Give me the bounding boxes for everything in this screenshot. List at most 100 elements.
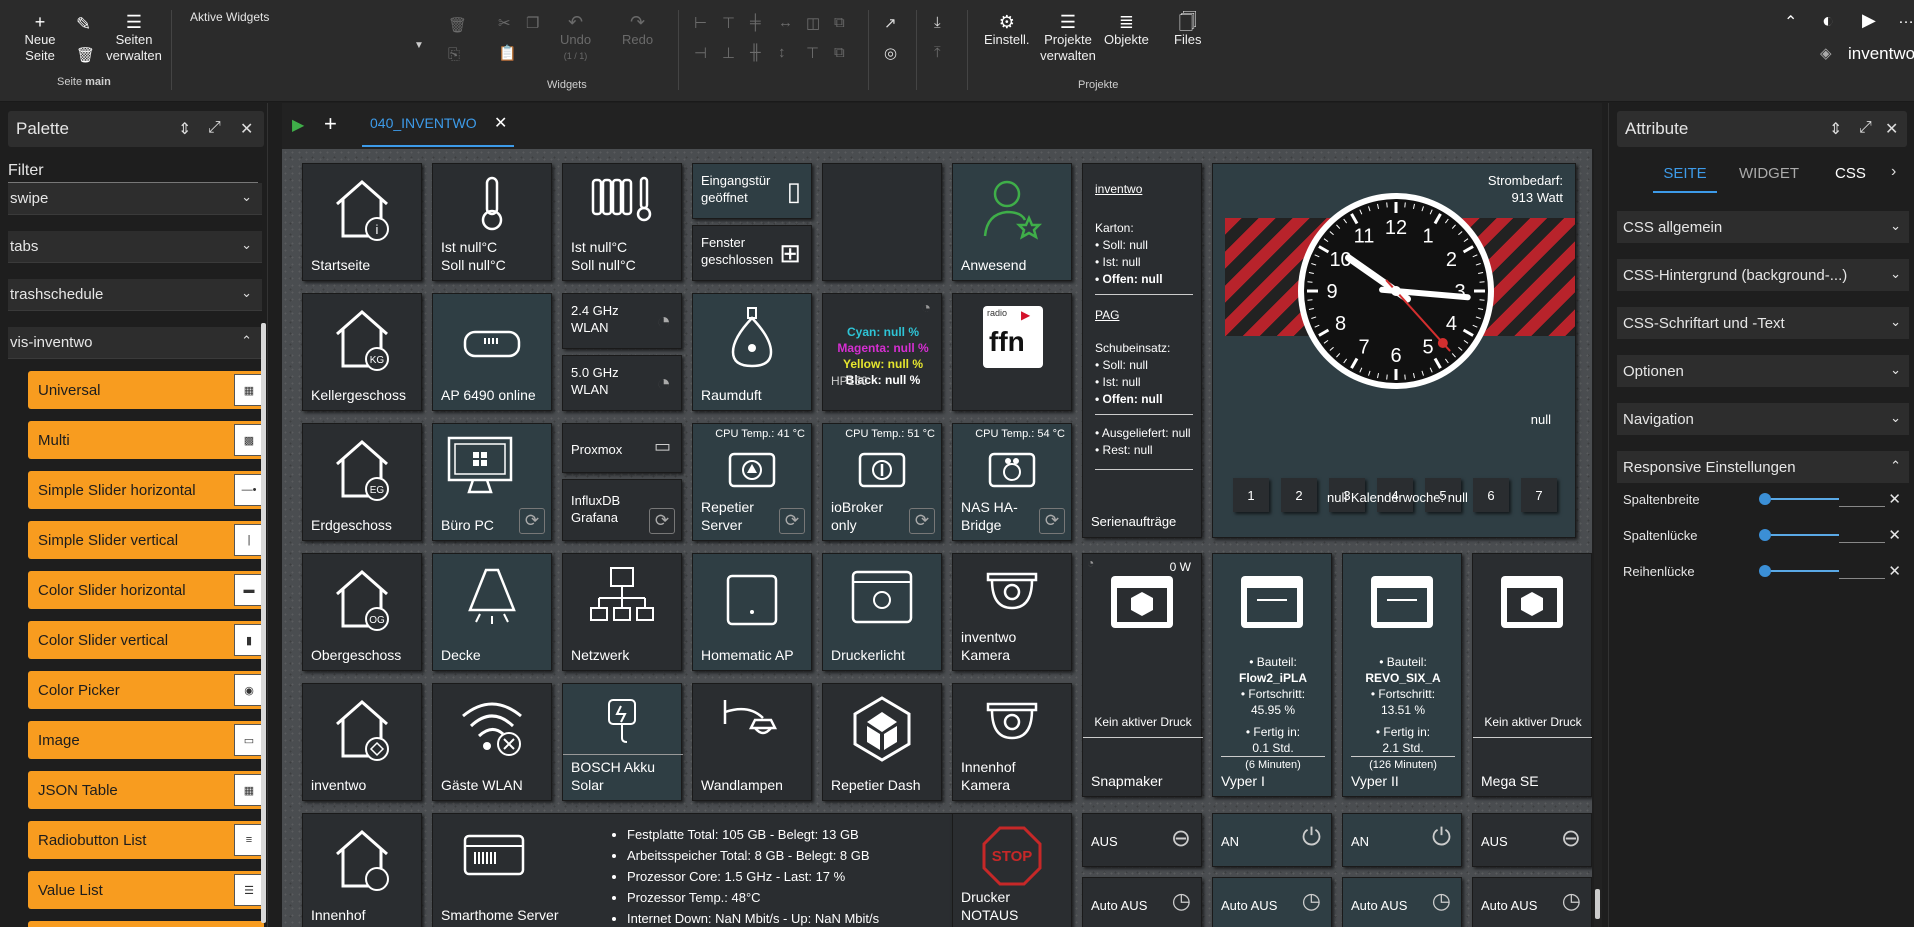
sort-icon[interactable]: ⇕ [1829,119,1842,139]
slider-knob[interactable] [1759,565,1771,577]
same-size-icon[interactable]: ◫ [806,14,820,32]
delete-page-button[interactable]: 🗑 [76,46,95,66]
tile-inventwo-kamera[interactable]: inventwo Kamera [952,553,1072,671]
palette-item-color-picker[interactable]: Color Picker ◉ [28,671,264,709]
palette-item-value-list[interactable]: Value List ☰ [28,871,264,909]
filter-input[interactable]: Filter [8,162,258,183]
spaltenbreite-input[interactable] [1839,506,1885,507]
tile-influxdb[interactable]: InfluxDB Grafana ⟳ [562,479,682,541]
palette-item-image[interactable]: Image ▭ [28,721,264,759]
settings-button[interactable]: ⚙ Einstell. [984,12,1030,48]
weekday-button-1[interactable]: 1 [1233,478,1269,512]
new-page-button[interactable]: + Neue Seite [22,12,58,64]
collapse-toolbar-icon[interactable]: ⌃ [1784,12,1797,32]
tile-nas[interactable]: CPU Temp.: 54 °C NAS HA-Bridge ⟳ [952,423,1072,541]
slider-knob[interactable] [1759,529,1771,541]
distribute-h-icon[interactable]: ↔ [778,14,793,31]
tile-repetier-server[interactable]: CPU Temp.: 41 °C Repetier Server ⟳ [692,423,812,541]
tile-druckerlicht[interactable]: Druckerlicht [822,553,942,671]
refresh-icon[interactable]: ⟳ [519,508,545,534]
tile-startseite[interactable]: i Startseite [302,163,422,281]
tile-obergeschoss[interactable]: OG Obergeschoss [302,553,422,671]
switch-3[interactable]: AN ⏻ [1342,813,1462,867]
tile-thermostat-2[interactable]: Ist null°C Soll null°C [562,163,682,281]
align-center-v-icon[interactable]: ╪ [750,14,761,31]
manage-pages-button[interactable]: ☰ Seiten verwalten [102,12,166,64]
palette-group-tabs[interactable]: tabs ⌄ [8,231,262,263]
palette-item-color-slider-v[interactable]: Color Slider vertical ▮ [28,621,264,659]
tile-decke[interactable]: Decke [432,553,552,671]
active-widgets-dropdown[interactable]: ▼ [414,40,424,51]
palette-scrollbar[interactable] [261,323,266,923]
section-css-allgemein[interactable]: CSS allgemein ⌄ [1617,211,1909,243]
auto-switch-4[interactable]: Auto AUS ◷ [1472,877,1592,927]
weekday-button-6[interactable]: 6 [1473,478,1509,512]
section-navigation[interactable]: Navigation ⌄ [1617,403,1909,435]
manage-projects-button[interactable]: ☰ Projekte verwalten [1038,12,1098,64]
tab-seite[interactable]: SEITE [1653,161,1717,193]
tab-widget[interactable]: WIDGET [1739,165,1799,182]
tile-mega-se[interactable]: Kein aktiver Druck Mega SE [1472,553,1592,797]
refresh-icon[interactable]: ⟳ [649,508,675,534]
tile-homematic[interactable]: Homematic AP [692,553,812,671]
tile-kellergeschoss[interactable]: KG Kellergeschoss [302,293,422,411]
tile-innenhof[interactable]: Innenhof [302,813,422,927]
tile-bosch-akku[interactable]: BOSCH Akku Solar [562,683,683,801]
refresh-icon[interactable]: ⟳ [909,508,935,534]
tile-anwesend[interactable]: Anwesend [952,163,1072,281]
undo-button[interactable]: ↶ Undo (1 / 1) [560,12,591,64]
tile-innenhof-kamera[interactable]: Innenhof Kamera [952,683,1072,801]
tile-buero-pc[interactable]: Büro PC ⟳ [432,423,552,541]
tile-iobroker[interactable]: CPU Temp.: 51 °C ioBroker only ⟳ [822,423,942,541]
tab-css[interactable]: CSS [1835,165,1866,182]
tile-drucker-notaus[interactable]: STOP Drucker NOTAUS [952,813,1072,927]
tab-040-inventwo[interactable]: 040_INVENTWO ✕ [362,103,514,147]
tile-vyper1[interactable]: • Bauteil: Flow2_iPLA • Fortschritt: 45.… [1212,553,1332,797]
canvas-scrollbar[interactable] [1594,149,1602,927]
clear-icon[interactable]: ✕ [1888,526,1901,544]
tile-wlan-24[interactable]: 2.4 GHz WLAN ◔ [562,293,682,349]
align-left-icon[interactable]: ⊢ [694,14,707,32]
palette-group-swipe[interactable]: swipe ⌄ [8,183,262,215]
refresh-icon[interactable]: ⟳ [1039,508,1065,534]
paste-icon[interactable]: 📋 [498,44,517,62]
hide-icon[interactable]: ◎ [884,44,897,62]
palette-item-radiobutton-list[interactable]: Radiobutton List ≡ [28,821,264,859]
tile-eingangstuer[interactable]: Eingangstür geöffnet ▯ [692,163,812,219]
close-tab-icon[interactable]: ✕ [494,113,507,133]
palette-item-color-slider-h[interactable]: Color Slider horizontal ▬ [28,571,264,609]
spaltenluecke-input[interactable] [1839,542,1885,543]
tile-inventwo[interactable]: inventwo [302,683,422,801]
distribute-v-icon[interactable]: ↕ [778,44,786,61]
collapse-all-icon[interactable]: ⤢ [208,119,221,137]
align-center-h-icon[interactable]: ╫ [750,44,761,61]
tile-thermostat-1[interactable]: Ist null°C Soll null°C [432,163,552,281]
delete-widget-icon[interactable]: 🗑 [448,16,467,34]
switch-4[interactable]: AUS ⊖ [1472,813,1592,867]
edit-page-button[interactable]: ✎ [76,14,91,34]
sort-icon[interactable]: ⇕ [178,119,191,139]
run-icon[interactable]: ▶ [1862,10,1876,31]
tile-wlan-50[interactable]: 5.0 GHz WLAN ◔ [562,355,682,411]
tile-empty[interactable] [822,163,942,281]
theme-toggle-icon[interactable]: ◐ [1822,10,1834,33]
tile-ap6490[interactable]: AP 6490 online [432,293,552,411]
tile-fenster[interactable]: Fenster geschlossen ⊞ [692,225,812,281]
palette-item-multi[interactable]: Multi ▩ [28,421,264,459]
weekday-button-7[interactable]: 7 [1521,478,1557,512]
align-right-icon[interactable]: ⊣ [694,44,707,62]
play-icon[interactable]: ▶ [292,115,304,135]
align-bottom-icon[interactable]: ⊥ [722,44,735,62]
chevron-right-icon[interactable]: › [1891,163,1896,181]
palette-item-json-table[interactable]: JSON Table ▦ [28,771,264,809]
align-group-icon[interactable]: ⧉ [834,44,845,61]
clear-icon[interactable]: ✕ [1888,562,1901,580]
open-external-icon[interactable]: ↗ [884,14,897,32]
tile-printer-ink[interactable]: ◔ Cyan: null % Magenta: null % Yellow: n… [822,293,942,411]
clear-icon[interactable]: ✕ [1888,490,1901,508]
palette-item-slider-h[interactable]: Simple Slider horizontal —• [28,471,264,509]
auto-switch-1[interactable]: Auto AUS ◷ [1082,877,1202,927]
switch-2[interactable]: AN ⏻ [1212,813,1332,867]
tile-vyper2[interactable]: • Bauteil: REVO_SIX_A • Fortschritt: 13.… [1342,553,1462,797]
same-height-icon[interactable]: ⊤ [806,44,819,62]
